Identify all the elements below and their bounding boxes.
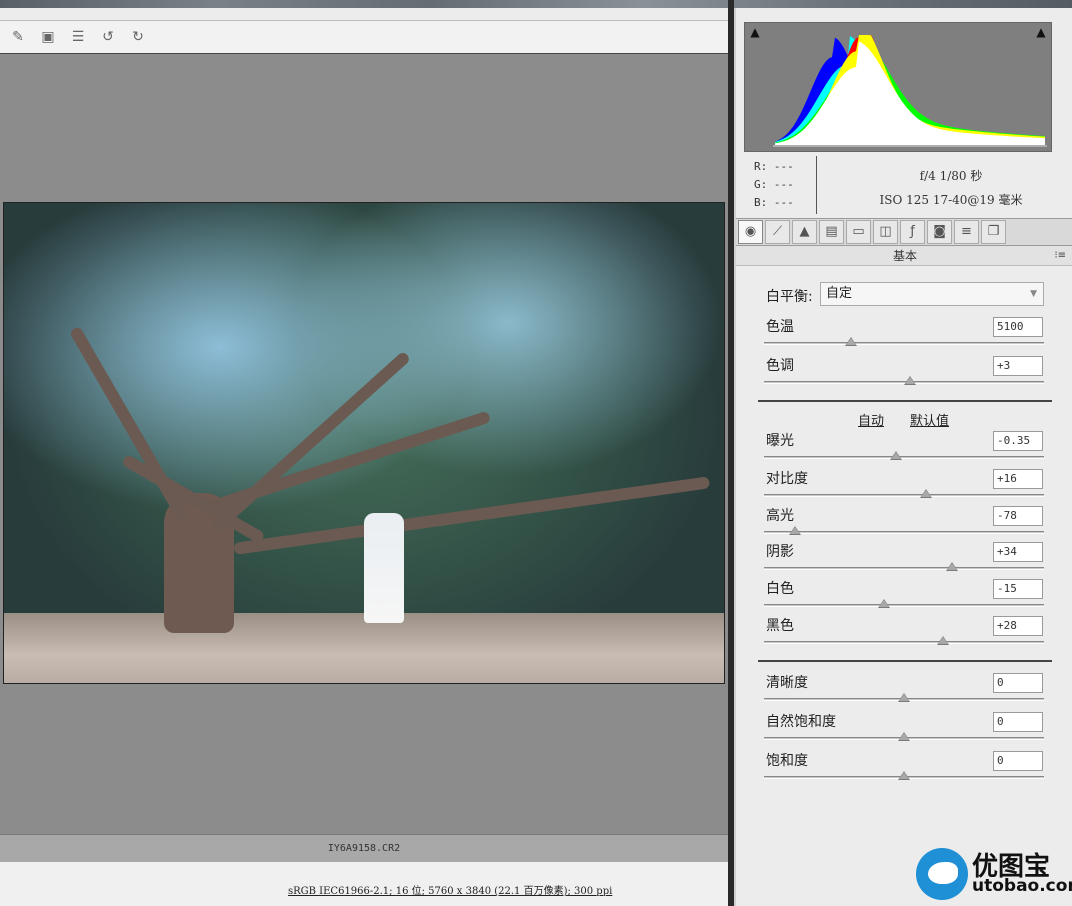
contrast-value-field[interactable]: +16 — [993, 469, 1043, 489]
white-balance-value: 自定 — [826, 286, 853, 301]
filename-bar: IY6A9158.CR2 — [0, 834, 728, 862]
vibrance-value-field[interactable]: 0 — [993, 712, 1043, 732]
saturation-value-field[interactable]: 0 — [993, 751, 1043, 771]
camera-info: f/4 1/80 秒 ISO 125 17-40@19 毫米 — [836, 164, 1066, 212]
shadow-clipping-icon[interactable]: ▲ — [747, 25, 763, 39]
toolbar: ✎ ▣ ☰ ↺ ↻ — [0, 20, 728, 54]
whites-slider-thumb[interactable] — [878, 599, 891, 608]
g-readout: G: --- — [754, 178, 794, 191]
panel-tabs: ◉ ⟋ ▲ ▤ ▭ ◫ ƒ ◙ ≡ ❐ — [736, 218, 1072, 246]
snapshots-icon[interactable]: ❐ — [981, 220, 1006, 244]
blacks-slider-track[interactable] — [764, 641, 1044, 644]
saturation-label: 饱和度 — [766, 753, 808, 769]
saturation-slider-thumb[interactable] — [898, 771, 910, 780]
white-balance-label: 白平衡: — [766, 289, 813, 305]
highlight-clipping-icon[interactable]: ▲ — [1033, 25, 1049, 39]
temp-slider-track[interactable] — [764, 342, 1044, 345]
contrast-slider-thumb[interactable] — [920, 489, 933, 498]
whites-value-field[interactable]: -15 — [993, 579, 1043, 599]
shadows-slider-track[interactable] — [764, 567, 1044, 570]
branch — [209, 350, 412, 534]
brush-icon[interactable]: ✎ — [8, 27, 28, 47]
panel-title: 基本 — [736, 246, 1072, 266]
lens-correction-icon[interactable]: ◫ — [873, 220, 898, 244]
workflow-options-link[interactable]: sRGB IEC61966-2.1; 16 位; 5760 x 3840 (22… — [288, 882, 612, 897]
blacks-value-field[interactable]: +28 — [993, 616, 1043, 636]
r-readout: R: --- — [754, 160, 794, 173]
contrast-slider-track[interactable] — [764, 494, 1044, 497]
clarity-slider-thumb[interactable] — [898, 693, 910, 702]
bird-icon — [928, 862, 958, 884]
panel-menu-icon[interactable]: ⁝≡ — [1054, 250, 1066, 261]
erase-icon[interactable]: ▣ — [38, 27, 58, 47]
exposure-slider-thumb[interactable] — [889, 451, 902, 460]
detail-icon[interactable]: ▲ — [792, 220, 817, 244]
list-icon[interactable]: ☰ — [68, 27, 88, 47]
temp-slider-thumb[interactable] — [844, 337, 857, 346]
default-link[interactable]: 默认值 — [910, 410, 949, 429]
rgb-readout: R: --- G: --- B: --- — [754, 158, 794, 212]
tint-label: 色调 — [766, 358, 794, 374]
whites-label: 白色 — [766, 581, 794, 597]
couple-figure — [364, 513, 404, 623]
blacks-slider-thumb[interactable] — [937, 636, 950, 645]
image-viewer — [0, 54, 728, 834]
histogram-graph — [773, 35, 1047, 147]
presets-icon[interactable]: ≡ — [954, 220, 979, 244]
tone-curve-icon[interactable]: ⟋ — [765, 220, 790, 244]
highlights-slider-track[interactable] — [764, 531, 1044, 534]
rotate-left-icon[interactable]: ↺ — [98, 27, 118, 47]
highlights-value-field[interactable]: -78 — [993, 506, 1043, 526]
whites-slider-track[interactable] — [764, 604, 1044, 607]
rotate-right-icon[interactable]: ↻ — [128, 27, 148, 47]
adjust-panel: ▲ ▲ R: --- G: --- B: --- f/4 1/80 秒 ISO … — [734, 8, 1072, 906]
tint-value-field[interactable]: +3 — [993, 356, 1043, 376]
temp-label: 色温 — [766, 319, 794, 335]
effects-icon[interactable]: ƒ — [900, 220, 925, 244]
shadows-label: 阴影 — [766, 544, 794, 560]
highlights-slider-thumb[interactable] — [788, 526, 801, 535]
tint-slider-thumb[interactable] — [903, 376, 916, 385]
vibrance-label: 自然饱和度 — [766, 714, 836, 730]
exposure-info: f/4 1/80 秒 — [919, 169, 983, 183]
histogram: ▲ ▲ — [744, 22, 1052, 152]
shadows-value-field[interactable]: +34 — [993, 542, 1043, 562]
info-bar: sRGB IEC61966-2.1; 16 位; 5760 x 3840 (22… — [0, 862, 728, 906]
exposure-value-field[interactable]: -0.35 — [993, 431, 1043, 451]
exposure-slider-track[interactable] — [764, 456, 1044, 459]
watermark-url: utobao.com — [972, 876, 1072, 896]
shadows-slider-thumb[interactable] — [945, 562, 958, 571]
white-balance-select[interactable]: 自定 ▼ — [820, 282, 1044, 306]
branch — [233, 476, 711, 555]
split-toning-icon[interactable]: ▭ — [846, 220, 871, 244]
watermark-logo: 优图宝 utobao.com — [916, 846, 1072, 902]
lens-info: ISO 125 17-40@19 毫米 — [879, 193, 1023, 207]
clarity-label: 清晰度 — [766, 675, 808, 691]
divider — [758, 660, 1052, 662]
vibrance-slider-thumb[interactable] — [898, 732, 910, 741]
exposure-label: 曝光 — [766, 433, 794, 449]
photo-preview[interactable] — [3, 202, 725, 684]
b-readout: B: --- — [754, 196, 794, 209]
raw-editor-window: ✎ ▣ ☰ ↺ ↻ IY6A9158.CR2 sRGB IEC61966-2.1… — [0, 0, 1072, 906]
highlights-label: 高光 — [766, 508, 794, 524]
auto-link[interactable]: 自动 — [858, 410, 884, 429]
blacks-label: 黑色 — [766, 618, 794, 634]
clarity-value-field[interactable]: 0 — [993, 673, 1043, 693]
temp-value-field[interactable]: 5100 — [993, 317, 1043, 337]
divider — [758, 400, 1052, 402]
hsl-icon[interactable]: ▤ — [819, 220, 844, 244]
contrast-label: 对比度 — [766, 471, 808, 487]
ground — [4, 613, 724, 683]
chevron-down-icon: ▼ — [1030, 289, 1037, 299]
title-strip — [0, 0, 1072, 8]
filename: IY6A9158.CR2 — [327, 843, 401, 854]
camera-calibration-icon[interactable]: ◙ — [927, 220, 952, 244]
readout-separator — [816, 156, 817, 214]
basic-icon[interactable]: ◉ — [738, 220, 763, 244]
